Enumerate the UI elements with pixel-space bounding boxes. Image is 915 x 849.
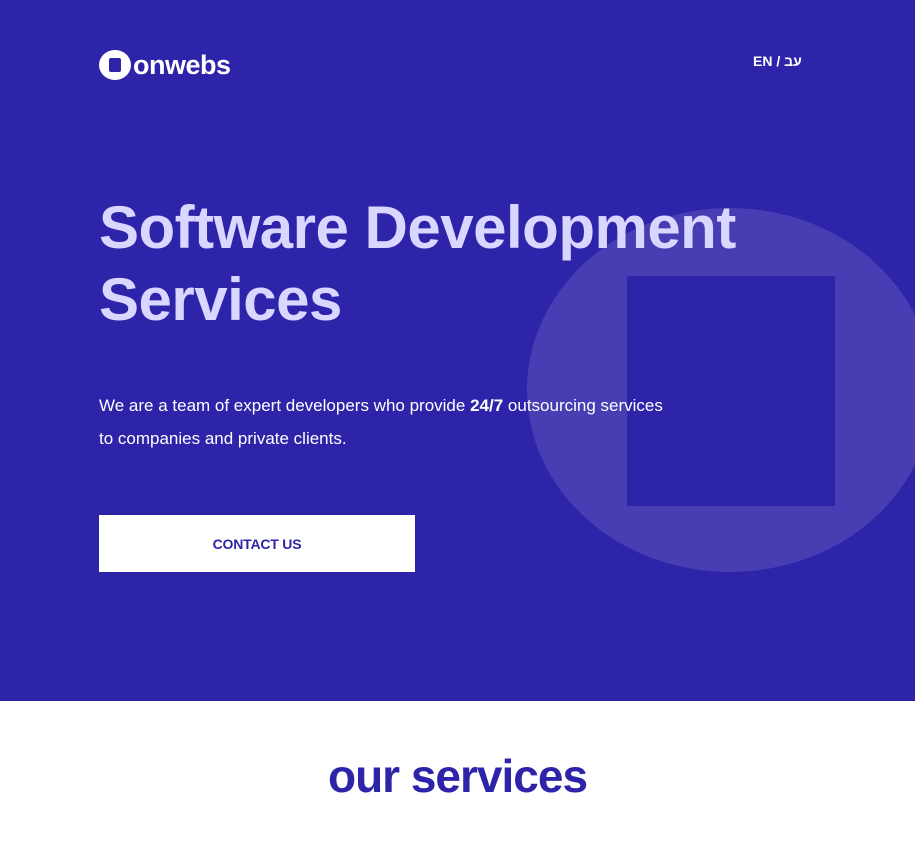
hero-desc-highlight: 24/7 [470,396,504,415]
language-switcher: EN / עב [753,53,802,69]
lang-en-link[interactable]: EN [753,53,772,69]
lang-separator: / [776,53,781,69]
hero-desc-part1: We are a team of expert developers who p… [99,396,466,415]
contact-us-button[interactable]: CONTACT US [99,515,415,572]
hero-section: onwebs EN / עב Software Development Serv… [0,0,915,701]
logo-text: onwebs [133,50,231,80]
lang-he-link[interactable]: עב [784,53,802,69]
logo-link[interactable]: onwebs [99,50,231,80]
hero-title: Software Development Services [99,192,819,336]
hero-desc-part2: outsourcing services [507,396,663,415]
hero-title-line2: Services [99,266,342,333]
hero-title-line1: Software Development [99,194,736,261]
hero-desc-line2: to companies and private clients. [99,429,347,448]
logo-icon [99,50,131,80]
services-heading: our services [327,750,588,802]
hero-description: We are a team of expert developers who p… [99,389,739,455]
